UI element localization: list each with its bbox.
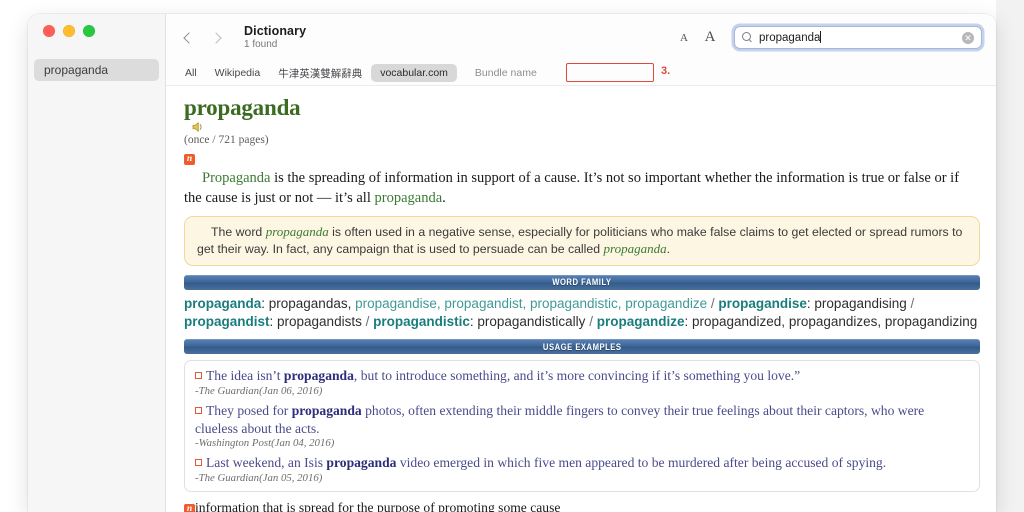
tab-bundle-name[interactable]: Bundle name (457, 64, 555, 82)
tab-vocabular-com[interactable]: vocabular.com (371, 64, 457, 82)
sense-pos-badge: n (184, 504, 195, 512)
usage-example-pre: Last weekend, an Isis (206, 455, 327, 471)
usage-example-item: Last weekend, an Isis propaganda video e… (195, 454, 969, 484)
family-line1-tail: : (806, 295, 811, 311)
dictionary-content: propaganda (once / 721 pages) n Propagan… (166, 86, 996, 512)
family-line2-sep2: / (365, 313, 374, 329)
usage-example-citation: -The Guardian(Jan 06, 2016) (195, 385, 323, 397)
sense-definition-text: information that is spread for the purpo… (195, 500, 561, 512)
quote-bullet-icon (195, 407, 202, 414)
usage-example-pre: They posed for (206, 403, 292, 418)
window-controls (43, 25, 95, 37)
toolbar-right: A A propaganda ✕ (671, 26, 982, 49)
section-title-word-family: WORD FAMILY (552, 277, 612, 288)
usage-example-bold: propaganda (291, 403, 362, 418)
usage-example-text: Last weekend, an Isis propaganda video e… (195, 454, 969, 472)
usage-example-bold: propaganda (326, 455, 397, 471)
dictionary-window: propaganda Dictionary 1 found A A propag… (28, 14, 996, 512)
tab-wikipedia[interactable]: Wikipedia (206, 64, 270, 82)
annotation-highlight-box (566, 63, 654, 82)
section-header-usage-examples: USAGE EXAMPLES (184, 339, 980, 355)
note-part-1: The word (211, 225, 266, 240)
page-count: (once / 721 pages) (184, 134, 269, 147)
family-head-propagandist[interactable]: propagandist (184, 314, 270, 329)
pos-badge-row: n (184, 149, 980, 167)
font-increase-button[interactable]: A (697, 29, 723, 46)
sense-definition-row: n information that is spread for the purp… (184, 500, 980, 512)
search-icon (742, 32, 753, 43)
usage-example-citation: -Washington Post(Jan 04, 2016) (195, 437, 335, 450)
sidebar-list: propaganda (34, 59, 159, 81)
family-line1-links[interactable]: propagandise, propagandist, propagandist… (355, 296, 707, 311)
note-italic-1: propaganda (265, 224, 329, 240)
family-line2-body4: : propagandized, (684, 313, 786, 329)
note-italic-2: propaganda (603, 241, 667, 257)
part-of-speech-badge: n (184, 154, 195, 166)
source-tabs: All Wikipedia 牛津英漢雙解辭典 vocabular.com Bun… (166, 61, 996, 86)
search-input-value: propaganda (759, 32, 821, 44)
backdrop-right (996, 0, 1024, 512)
usage-example-post: , but to introduce something, and it’s m… (353, 368, 801, 384)
family-head-propagandistic[interactable]: propagandistic (373, 314, 470, 329)
section-title-usage-examples: USAGE EXAMPLES (542, 341, 622, 352)
usage-note-box: The word propaganda is often used in a n… (184, 216, 980, 266)
navigation-arrows (178, 27, 228, 49)
family-head-propagandize[interactable]: propagandize (597, 314, 685, 329)
family-line2-body1: propagandising (814, 295, 907, 311)
definition-part-2: . (442, 189, 446, 206)
usage-example-bold: propaganda (283, 368, 354, 384)
family-line1-body: : propagandas, (261, 295, 356, 311)
family-line2-body3: : propagandistically (469, 313, 590, 329)
family-line2-sep1: / (906, 295, 915, 311)
usage-example-item: They posed for propaganda photos, often … (195, 402, 969, 449)
quote-bullet-icon (195, 372, 202, 380)
usage-example-item: The idea isn’t propaganda, but to introd… (195, 367, 969, 397)
backdrop-left (0, 0, 28, 512)
content-scrollbar[interactable] (991, 14, 996, 512)
usage-examples-box: The idea isn’t propaganda, but to introd… (184, 360, 980, 493)
family-line2-sep3: / (589, 313, 597, 329)
section-header-word-family: WORD FAMILY (184, 274, 980, 290)
zoom-button[interactable] (83, 25, 95, 37)
chevron-right-icon[interactable] (208, 27, 228, 49)
entry-headword: propaganda (184, 95, 301, 120)
sidebar-item-propaganda[interactable]: propaganda (34, 59, 159, 81)
search-input[interactable]: propaganda (759, 31, 962, 44)
definition-part-1: is the spreading of information in suppo… (184, 170, 960, 206)
tab-oxford-chinese[interactable]: 牛津英漢雙解辭典 (269, 63, 371, 84)
family-line1-sep: / (707, 295, 719, 311)
main-panel: Dictionary 1 found A A propaganda ✕ All … (166, 14, 996, 512)
family-head-propagandise[interactable]: propagandise (718, 296, 807, 311)
clear-search-icon[interactable]: ✕ (962, 31, 974, 44)
results-count: 1 found (244, 39, 278, 51)
usage-example-citation: -The Guardian(Jan 05, 2016) (195, 472, 323, 485)
definition-highlight-2: propaganda (374, 189, 443, 206)
usage-example-text: The idea isn’t propaganda, but to introd… (195, 367, 969, 385)
quote-bullet-icon (195, 459, 202, 467)
annotation-step-number: 3. (661, 65, 671, 77)
title-block: Dictionary 1 found (244, 24, 306, 51)
note-part-3: . (666, 242, 670, 257)
family-line2-body2: : propagandists (269, 313, 366, 329)
usage-example-post: video emerged in which five men appeared… (396, 455, 887, 471)
family-line3: propagandizes, propagandizing (788, 313, 978, 329)
toolbar: Dictionary 1 found A A propaganda ✕ (166, 14, 996, 61)
chevron-left-icon[interactable] (178, 27, 198, 49)
font-decrease-button[interactable]: A (671, 32, 697, 44)
usage-example-text: They posed for propaganda photos, often … (195, 402, 969, 437)
entry-definition: Propaganda is the spreading of informati… (184, 169, 980, 208)
close-button[interactable] (43, 25, 55, 37)
sidebar: propaganda (28, 14, 166, 512)
page-title: Dictionary (244, 24, 307, 39)
tab-all[interactable]: All (176, 64, 206, 82)
definition-lead-word: Propaganda (202, 170, 271, 187)
usage-example-pre: The idea isn’t (206, 368, 284, 384)
word-family-content: propaganda: propagandas, propagandise, p… (184, 295, 980, 331)
search-field[interactable]: propaganda ✕ (734, 26, 982, 49)
speaker-icon[interactable] (192, 121, 206, 133)
minimize-button[interactable] (63, 25, 75, 37)
family-head-propaganda[interactable]: propaganda (184, 296, 261, 311)
desktop-backdrop: propaganda Dictionary 1 found A A propag… (0, 0, 1024, 512)
text-caret (820, 31, 822, 43)
